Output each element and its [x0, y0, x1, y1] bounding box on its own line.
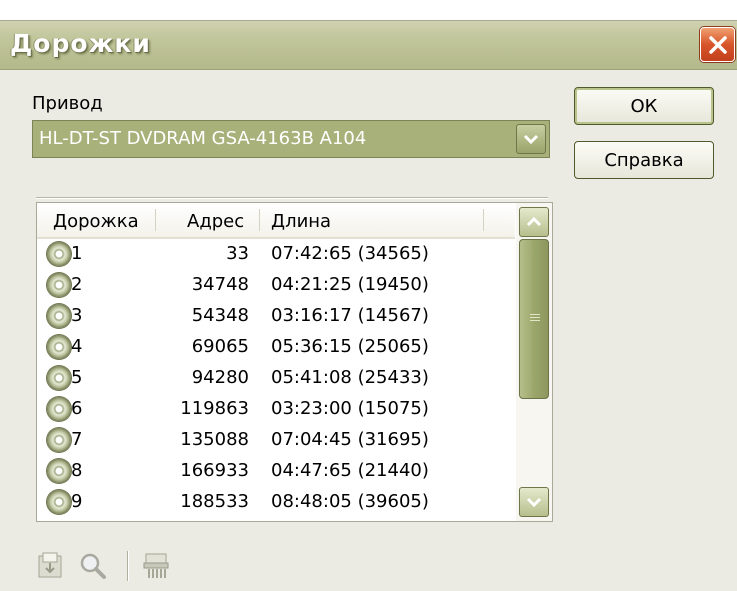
track-number: 2: [71, 274, 83, 295]
track-length: 07:04:45 (31695): [271, 429, 429, 450]
track-row[interactable]: 7 135088 07:04:45 (31695): [37, 425, 515, 456]
track-row[interactable]: 5 94280 05:41:08 (25433): [37, 363, 515, 394]
chevron-down-icon: [523, 134, 539, 145]
background-strip: [0, 0, 737, 20]
cd-track-icon: [47, 459, 71, 483]
grip-line: [530, 320, 540, 321]
track-address: 69065: [191, 336, 249, 357]
track-address: 166933: [180, 460, 249, 481]
divider: [36, 197, 548, 199]
track-address: 34748: [191, 274, 249, 295]
list-rows: 1 33 07:42:65 (34565) 2 34748 04:21:25 (…: [37, 239, 515, 518]
ok-button[interactable]: ОК: [574, 87, 714, 125]
window-title: Дорожки: [10, 29, 151, 58]
track-number: 7: [71, 429, 83, 450]
track-row[interactable]: 2 34748 04:21:25 (19450): [37, 270, 515, 301]
cd-track-icon: [47, 335, 71, 359]
column-divider[interactable]: [155, 209, 156, 231]
chevron-up-icon: [526, 216, 542, 227]
track-address: 135088: [180, 429, 249, 450]
drive-label: Привод: [32, 93, 103, 114]
chevron-down-icon: [526, 497, 542, 508]
scroll-up-button[interactable]: [519, 207, 549, 237]
save-tracks-icon[interactable]: [36, 551, 66, 585]
track-row[interactable]: 6 119863 03:23:00 (15075): [37, 394, 515, 425]
vertical-scrollbar[interactable]: [516, 203, 552, 521]
grip-line: [530, 317, 540, 318]
track-length: 03:23:00 (15075): [271, 398, 429, 419]
cd-track-icon: [47, 366, 71, 390]
track-number: 1: [71, 243, 83, 264]
track-row[interactable]: 9 188533 08:48:05 (39605): [37, 487, 515, 518]
track-length: 08:48:05 (39605): [271, 491, 429, 512]
drive-dropdown-button[interactable]: [516, 124, 546, 154]
list-header: Дорожка Адрес Длина: [37, 203, 515, 239]
track-length: 05:36:15 (25065): [271, 336, 429, 357]
column-header-track[interactable]: Дорожка: [53, 211, 139, 232]
cd-track-icon: [47, 490, 71, 514]
track-address: 33: [226, 243, 249, 264]
close-button[interactable]: [700, 27, 735, 62]
track-number: 9: [71, 491, 83, 512]
track-number: 6: [71, 398, 83, 419]
help-button[interactable]: Справка: [574, 141, 714, 179]
column-divider[interactable]: [259, 209, 260, 231]
column-header-address[interactable]: Адрес: [187, 211, 244, 232]
track-length: 03:16:17 (14567): [271, 305, 429, 326]
drive-select[interactable]: HL-DT-ST DVDRAM GSA-4163B A104: [32, 120, 550, 158]
track-number: 4: [71, 336, 83, 357]
column-divider[interactable]: [483, 209, 484, 231]
track-address: 54348: [191, 305, 249, 326]
track-row[interactable]: 3 54348 03:16:17 (14567): [37, 301, 515, 332]
track-length: 05:41:08 (25433): [271, 367, 429, 388]
track-address: 94280: [191, 367, 249, 388]
cd-track-icon: [47, 397, 71, 421]
grip-line: [530, 314, 540, 315]
track-row[interactable]: 1 33 07:42:65 (34565): [37, 239, 515, 270]
scroll-thumb[interactable]: [519, 239, 549, 399]
track-row[interactable]: 8 166933 04:47:65 (21440): [37, 456, 515, 487]
track-number: 8: [71, 460, 83, 481]
track-number: 3: [71, 305, 83, 326]
cd-track-icon: [47, 304, 71, 328]
drive-select-value: HL-DT-ST DVDRAM GSA-4163B A104: [39, 128, 367, 149]
tracks-list[interactable]: Дорожка Адрес Длина 1 33 07:42:65 (34565…: [36, 202, 553, 522]
track-length: 04:47:65 (21440): [271, 460, 429, 481]
cd-track-icon: [47, 428, 71, 452]
track-address: 119863: [180, 398, 249, 419]
tracks-dialog: Дорожки Привод HL-DT-ST DVDRAM GSA-4163B…: [0, 20, 737, 591]
track-length: 07:42:65 (34565): [271, 243, 429, 264]
cd-track-icon: [47, 273, 71, 297]
track-length: 04:21:25 (19450): [271, 274, 429, 295]
search-icon[interactable]: [78, 551, 108, 585]
scroll-down-button[interactable]: [519, 487, 549, 517]
track-number: 5: [71, 367, 83, 388]
toolbar-separator: [127, 551, 129, 581]
cd-track-icon: [47, 242, 71, 266]
track-row[interactable]: 4 69065 05:36:15 (25065): [37, 332, 515, 363]
close-icon: [708, 35, 727, 54]
title-bar[interactable]: Дорожки: [0, 21, 737, 70]
column-header-length[interactable]: Длина: [271, 211, 331, 232]
track-address: 188533: [180, 491, 249, 512]
shred-icon[interactable]: [142, 551, 172, 585]
